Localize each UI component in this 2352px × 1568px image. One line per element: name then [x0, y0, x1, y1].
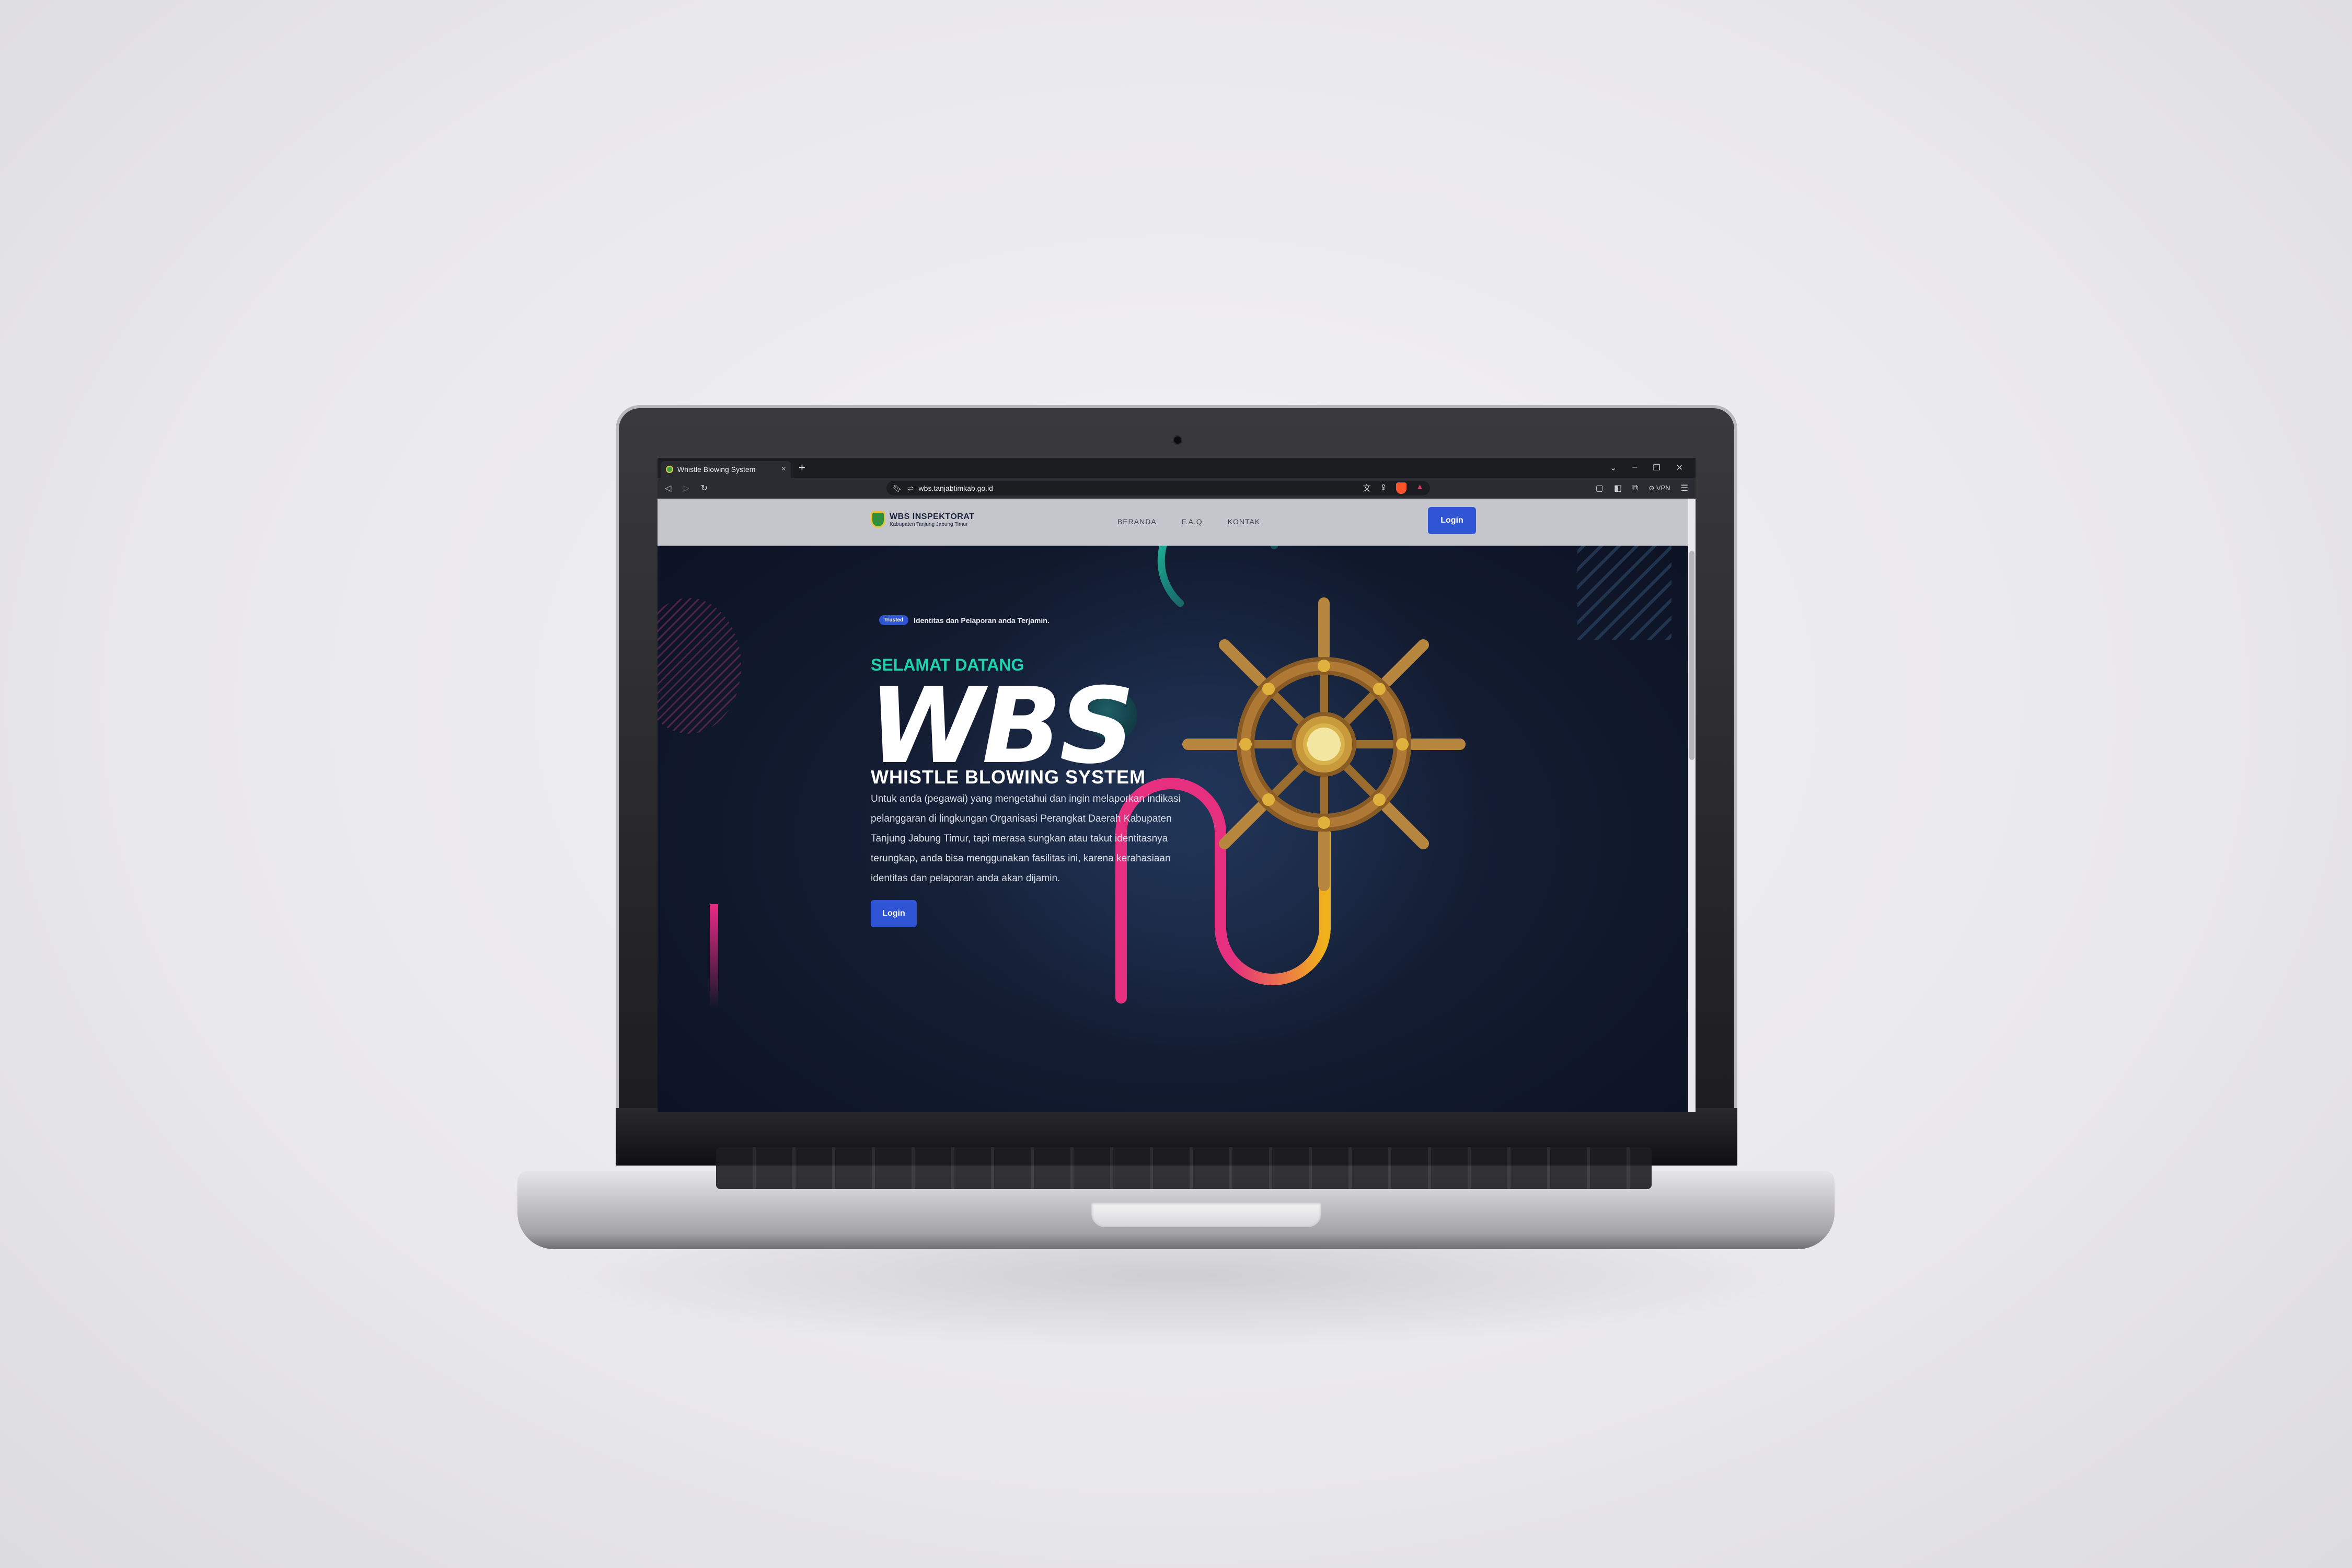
- forward-icon[interactable]: ▷: [683, 483, 689, 493]
- nav-link-faq[interactable]: F.A.Q: [1182, 517, 1203, 526]
- site-brand[interactable]: WBS INSPEKTORAT Kabupaten Tanjung Jabung…: [871, 511, 974, 528]
- hero-login-button[interactable]: Login: [871, 900, 917, 927]
- webcam: [1173, 435, 1182, 445]
- new-tab-button[interactable]: +: [799, 461, 805, 475]
- laptop-keyboard: [716, 1147, 1652, 1189]
- close-window-icon[interactable]: ✕: [1676, 463, 1683, 473]
- bookmark-icon[interactable]: 🔖︎: [893, 484, 902, 493]
- web-page: WBS INSPEKTORAT Kabupaten Tanjung Jabung…: [658, 499, 1696, 1112]
- laptop-screen: Whistle Blowing System × + ⌄ – ❐ ✕ ◁ ▷ ↻…: [658, 458, 1696, 1112]
- window-controls: ⌄ – ❐ ✕: [1610, 463, 1696, 473]
- menu-icon[interactable]: ☰: [1681, 483, 1688, 493]
- vpn-dot-icon: ⊙: [1648, 484, 1656, 492]
- page-scrollbar[interactable]: [1688, 499, 1696, 1112]
- tab-bar: Whistle Blowing System × + ⌄ – ❐ ✕: [658, 458, 1696, 478]
- screenshot-icon[interactable]: ⧉: [1632, 483, 1638, 493]
- laptop-shadow: [549, 1244, 1803, 1348]
- nav-link-beranda[interactable]: BERANDA: [1117, 517, 1157, 526]
- reload-icon[interactable]: ↻: [701, 483, 708, 493]
- laptop-notch: [1091, 1202, 1321, 1227]
- wallet-icon[interactable]: ▢: [1596, 483, 1604, 493]
- hero-headline: WBS: [869, 665, 1135, 787]
- navbar-login-button[interactable]: Login: [1428, 507, 1476, 534]
- brand-title: WBS INSPEKTORAT: [890, 512, 975, 521]
- trusted-text: Identitas dan Pelaporan anda Terjamin.: [914, 616, 1050, 625]
- url-text[interactable]: wbs.tanjabtimkab.go.id: [919, 484, 1358, 492]
- minimize-icon[interactable]: –: [1632, 463, 1637, 473]
- trusted-badge: Trusted: [879, 615, 909, 625]
- vpn-label: VPN: [1656, 484, 1670, 492]
- sidebar-icon[interactable]: ◧: [1614, 483, 1622, 493]
- url-bar[interactable]: 🔖︎ ⇌ wbs.tanjabtimkab.go.id 文 ⇪ ▲: [886, 481, 1431, 495]
- tab-close-icon[interactable]: ×: [781, 465, 786, 474]
- regency-logo-icon: [871, 511, 885, 528]
- pink-stripe: [710, 904, 718, 1009]
- brave-shield-icon[interactable]: [1396, 482, 1407, 494]
- favicon-icon: [666, 466, 673, 473]
- site-navbar: WBS INSPEKTORAT Kabupaten Tanjung Jabung…: [658, 499, 1688, 546]
- restore-icon[interactable]: ❐: [1653, 463, 1660, 473]
- back-icon[interactable]: ◁: [665, 483, 671, 493]
- striped-circle: [658, 598, 741, 734]
- site-info-icon[interactable]: ⇌: [907, 484, 914, 493]
- nav-links: BERANDA F.A.Q KONTAK: [1117, 517, 1260, 526]
- brand-subtitle: Kabupaten Tanjung Jabung Timur: [890, 521, 968, 527]
- rewards-icon[interactable]: ▲: [1416, 482, 1424, 494]
- ship-wheel-illustration: [1182, 597, 1466, 891]
- tab-title: Whistle Blowing System: [677, 465, 756, 474]
- hero-description: Untuk anda (pegawai) yang mengetahui dan…: [871, 793, 1181, 884]
- vpn-button[interactable]: ⊙ VPN: [1648, 484, 1670, 492]
- browser-tab[interactable]: Whistle Blowing System ×: [661, 461, 791, 478]
- tab-list-icon[interactable]: ⌄: [1610, 463, 1617, 473]
- nav-link-kontak[interactable]: KONTAK: [1228, 517, 1261, 526]
- translate-icon[interactable]: 文: [1363, 482, 1371, 494]
- share-icon[interactable]: ⇪: [1380, 482, 1387, 494]
- hero-subtitle: WHISTLE BLOWING SYSTEM: [871, 766, 1146, 788]
- scrollbar-thumb[interactable]: [1689, 551, 1694, 760]
- trusted-banner: Trusted Identitas dan Pelaporan anda Ter…: [879, 615, 1050, 625]
- address-toolbar: ◁ ▷ ↻ 🔖︎ ⇌ wbs.tanjabtimkab.go.id 文 ⇪ ▲ …: [658, 478, 1696, 499]
